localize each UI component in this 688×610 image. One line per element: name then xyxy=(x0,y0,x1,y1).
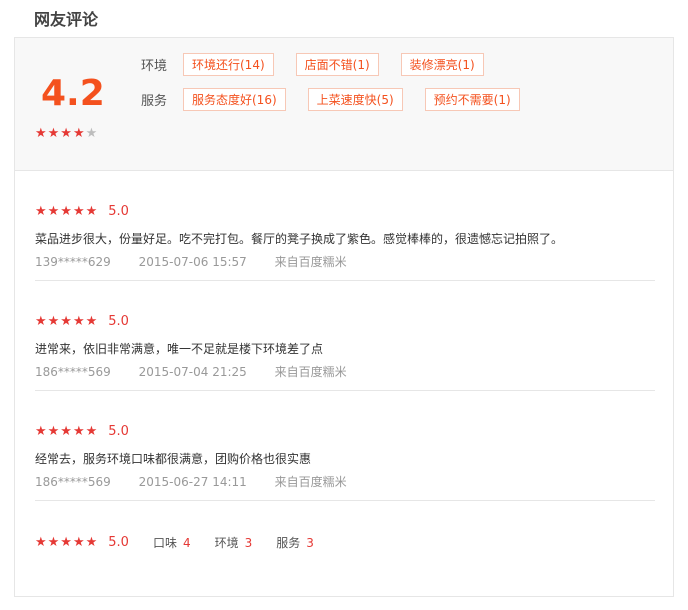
overall-score: 4.2 xyxy=(41,73,105,114)
sub-rating-env: 环境 3 xyxy=(214,536,253,550)
review-stars: ★★★★★ xyxy=(35,535,99,550)
service-label: 服务 xyxy=(141,93,168,109)
tag-service-1[interactable]: 服务态度好(16) xyxy=(183,87,286,111)
review-score: 5.0 xyxy=(108,314,129,329)
review-item: ★★★★★ 5.0 菜品进步很大，份量好足。吃不完打包。餐厅的凳子换成了紫色。感… xyxy=(35,170,655,281)
review-source: 来自百度糯米 xyxy=(274,255,347,269)
review-stars: ★★★★★ xyxy=(35,314,99,329)
review-text: 菜品进步很大，份量好足。吃不完打包。餐厅的凳子换成了紫色。感觉棒棒的，很遗憾忘记… xyxy=(35,232,564,246)
review-date: 2015-07-06 15:57 xyxy=(138,255,247,269)
review-date: 2015-06-27 14:11 xyxy=(138,475,247,489)
sub-rating-service: 服务 3 xyxy=(276,536,314,550)
review-score: 5.0 xyxy=(108,424,129,439)
review-score: 5.0 xyxy=(108,535,129,550)
review-user: 186*****569 xyxy=(35,475,111,489)
tag-service-2[interactable]: 上菜速度快(5) xyxy=(307,87,403,111)
overall-stars: ★★★★★ xyxy=(35,126,98,141)
service-tags-row: 服务 服务态度好(16) 上菜速度快(5) 预约不需要(1) xyxy=(141,87,542,111)
review-item: ★★★★★ 5.0 口味 4 环境 3 服务 3 xyxy=(35,500,655,610)
review-date: 2015-07-04 21:25 xyxy=(138,365,247,379)
page-title: 网友评论 xyxy=(34,10,99,29)
review-user: 186*****569 xyxy=(35,365,111,379)
review-stars: ★★★★★ xyxy=(35,424,99,439)
review-text: 进常来，依旧非常满意，唯一不足就是楼下环境差了点 xyxy=(35,342,324,356)
review-item: ★★★★★ 5.0 进常来，依旧非常满意，唯一不足就是楼下环境差了点 186**… xyxy=(35,280,655,391)
star-icon-off: ★ xyxy=(85,126,99,141)
env-tags-row: 环境 环境还行(14) 店面不错(1) 装修漂亮(1) xyxy=(141,52,506,76)
review-text: 经常去，服务环境口味都很满意，团购价格也很实惠 xyxy=(35,452,312,466)
rating-summary: 4.2 ★★★★★ 环境 环境还行(14) 店面不错(1) 装修漂亮(1) 服务… xyxy=(15,38,673,171)
review-item: ★★★★★ 5.0 经常去，服务环境口味都很满意，团购价格也很实惠 186***… xyxy=(35,390,655,501)
review-source: 来自百度糯米 xyxy=(274,365,347,379)
review-user: 139*****629 xyxy=(35,255,111,269)
review-score: 5.0 xyxy=(108,204,129,219)
review-stars: ★★★★★ xyxy=(35,204,99,219)
env-label: 环境 xyxy=(141,58,168,74)
tag-env-3[interactable]: 装修漂亮(1) xyxy=(400,52,484,76)
star-icons-on: ★★★★ xyxy=(35,126,86,141)
tag-service-3[interactable]: 预约不需要(1) xyxy=(424,87,520,111)
sub-rating-taste: 口味 4 xyxy=(152,536,191,550)
review-panel: 4.2 ★★★★★ 环境 环境还行(14) 店面不错(1) 装修漂亮(1) 服务… xyxy=(14,37,674,597)
tag-env-1[interactable]: 环境还行(14) xyxy=(183,52,274,76)
review-source: 来自百度糯米 xyxy=(274,475,347,489)
tag-env-2[interactable]: 店面不错(1) xyxy=(295,52,379,76)
